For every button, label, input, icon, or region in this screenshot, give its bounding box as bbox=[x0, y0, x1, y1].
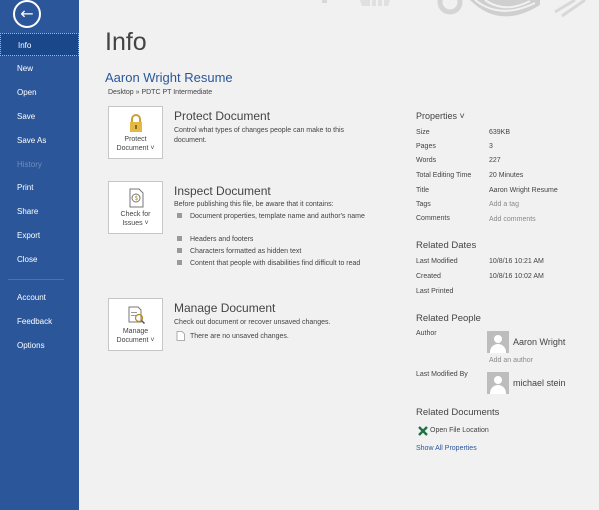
manage-document-icon bbox=[128, 306, 145, 325]
unsaved-changes-note: There are no unsaved changes. bbox=[190, 333, 289, 340]
protect-button-label-2: Document ˅ bbox=[116, 145, 155, 152]
protect-heading: Protect Document bbox=[174, 109, 271, 123]
prop-label: Total Editing Time bbox=[416, 172, 472, 179]
check-issues-label-1: Check for bbox=[120, 211, 151, 218]
manage-document-label-2: Document ˅ bbox=[116, 337, 155, 344]
inspect-item: Content that people with disabilities fi… bbox=[190, 260, 361, 267]
prop-label: Tags bbox=[416, 201, 431, 208]
prop-label: Title bbox=[416, 187, 429, 194]
inspect-item: Document properties, template name and a… bbox=[190, 213, 365, 220]
check-for-issues-button[interactable]: $ Check for Issues ˅ bbox=[108, 181, 163, 234]
modified-by-name[interactable]: michael stein bbox=[513, 378, 566, 388]
related-people-heading: Related People bbox=[416, 313, 481, 324]
manage-description: Check out document or recover unsaved ch… bbox=[174, 319, 331, 326]
excel-icon bbox=[418, 426, 428, 436]
bullet-icon bbox=[177, 260, 182, 265]
svg-text:$: $ bbox=[134, 195, 138, 202]
nav-feedback[interactable]: Feedback bbox=[0, 310, 79, 333]
nav-divider bbox=[8, 279, 64, 280]
related-documents-heading: Related Documents bbox=[416, 407, 500, 418]
back-arrow-icon[interactable]: ← bbox=[13, 0, 41, 28]
prop-pages-value: 3 bbox=[489, 143, 493, 150]
header-decoration bbox=[322, 0, 586, 18]
date-label: Last Modified bbox=[416, 258, 458, 265]
prop-label: Size bbox=[416, 129, 430, 136]
document-icon bbox=[176, 331, 185, 341]
inspect-document-icon: $ bbox=[129, 188, 143, 208]
nav-close[interactable]: Close bbox=[0, 248, 79, 271]
nav-account[interactable]: Account bbox=[0, 286, 79, 309]
protect-document-button[interactable]: Protect Document ˅ bbox=[108, 106, 163, 159]
inspect-item: Headers and footers bbox=[190, 236, 254, 243]
prop-tags-field[interactable]: Add a tag bbox=[489, 201, 519, 208]
prop-comments-field[interactable]: Add comments bbox=[489, 216, 536, 223]
properties-dropdown[interactable]: Properties ˅ bbox=[416, 111, 465, 121]
modified-by-avatar bbox=[487, 372, 509, 394]
prop-size-value: 639KB bbox=[489, 129, 511, 136]
manage-document-label-1: Manage bbox=[122, 328, 149, 335]
prop-label: Words bbox=[416, 157, 437, 164]
check-issues-label-2: Issues ˅ bbox=[122, 220, 149, 227]
modified-by-label: Last Modified By bbox=[416, 371, 468, 378]
bullet-icon bbox=[177, 236, 182, 241]
manage-heading: Manage Document bbox=[174, 301, 276, 315]
prop-title-field[interactable]: Aaron Wright Resume bbox=[489, 187, 558, 194]
date-label: Last Printed bbox=[416, 288, 454, 295]
prop-editing-time-value: 20 Minutes bbox=[489, 172, 524, 179]
author-avatar bbox=[487, 331, 509, 353]
protect-description: Control what types of changes people can… bbox=[174, 127, 345, 144]
nav-share[interactable]: Share bbox=[0, 200, 79, 223]
author-label: Author bbox=[416, 330, 437, 337]
nav-save-as[interactable]: Save As bbox=[0, 129, 79, 152]
prop-words-value: 227 bbox=[489, 157, 501, 164]
inspect-description: Before publishing this file, be aware th… bbox=[174, 201, 334, 208]
nav-info[interactable]: Info bbox=[0, 33, 79, 56]
show-all-properties-link[interactable]: Show All Properties bbox=[416, 445, 477, 452]
bullet-icon bbox=[177, 213, 182, 218]
bullet-icon bbox=[177, 248, 182, 253]
nav-options[interactable]: Options bbox=[0, 334, 79, 357]
inspect-heading: Inspect Document bbox=[174, 184, 271, 198]
date-label: Created bbox=[416, 273, 441, 280]
author-name[interactable]: Aaron Wright bbox=[513, 337, 565, 347]
nav-save[interactable]: Save bbox=[0, 105, 79, 128]
nav-history: History bbox=[17, 160, 42, 169]
manage-document-button[interactable]: Manage Document ˅ bbox=[108, 298, 163, 351]
nav-export[interactable]: Export bbox=[0, 224, 79, 247]
created-value: 10/8/16 10:02 AM bbox=[489, 273, 544, 280]
prop-label: Comments bbox=[416, 215, 450, 222]
inspect-item: Characters formatted as hidden text bbox=[190, 248, 302, 255]
nav-print[interactable]: Print bbox=[0, 176, 79, 199]
protect-button-label-1: Protect bbox=[124, 136, 147, 143]
backstage-sidebar: ← Info New Open Save Save As History Pri… bbox=[0, 0, 79, 510]
open-file-location-link[interactable]: Open File Location bbox=[430, 427, 489, 434]
page-title: Info bbox=[105, 28, 147, 56]
document-name: Aaron Wright Resume bbox=[105, 70, 233, 85]
lock-icon bbox=[129, 114, 142, 132]
prop-label: Pages bbox=[416, 143, 436, 150]
document-path: Desktop » PDTC PT Intermediate bbox=[108, 89, 213, 96]
last-modified-value: 10/8/16 10:21 AM bbox=[489, 258, 544, 265]
nav-new[interactable]: New bbox=[0, 57, 79, 80]
add-author-field[interactable]: Add an author bbox=[489, 357, 533, 364]
nav-open[interactable]: Open bbox=[0, 81, 79, 104]
related-dates-heading: Related Dates bbox=[416, 240, 477, 251]
